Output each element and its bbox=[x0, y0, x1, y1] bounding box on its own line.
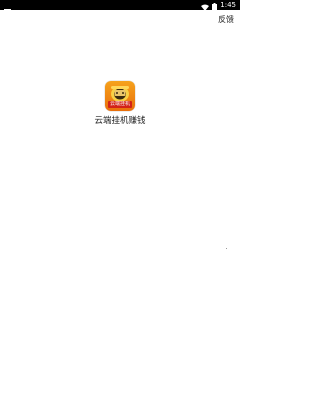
splash-screen: 1:45 反馈 云端挂机 云端挂机赚钱 bbox=[0, 0, 240, 400]
battery-icon bbox=[212, 0, 218, 15]
app-info: 云端挂机 云端挂机赚钱 bbox=[0, 81, 240, 127]
app-logo-icon: 云端挂机 bbox=[105, 81, 135, 111]
decorative-dot bbox=[226, 248, 227, 249]
notification-icon bbox=[4, 1, 11, 16]
status-bar: 1:45 bbox=[0, 0, 240, 16]
wifi-icon bbox=[201, 0, 210, 15]
feedback-link[interactable]: 反馈 bbox=[218, 15, 234, 25]
status-time: 1:45 bbox=[220, 1, 236, 9]
status-right-group: 1:45 bbox=[201, 0, 236, 11]
app-icon-badge: 云端挂机 bbox=[108, 101, 132, 108]
app-name: 云端挂机赚钱 bbox=[94, 116, 146, 126]
